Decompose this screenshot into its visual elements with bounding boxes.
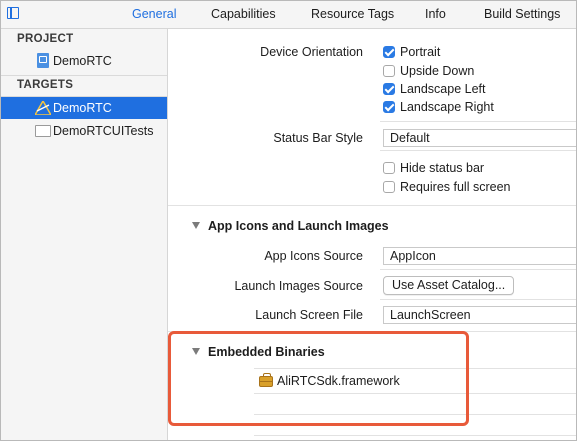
app-icons-section-title: App Icons and Launch Images xyxy=(208,219,389,233)
use-asset-catalog-button[interactable]: Use Asset Catalog... xyxy=(383,276,515,295)
sidebar-item-target-demortc[interactable]: DemoRTC xyxy=(1,97,167,119)
editor-tab-bar: General Capabilities Resource Tags Info … xyxy=(1,1,576,29)
portrait-checkbox[interactable] xyxy=(383,46,395,58)
sidebar-item-label: DemoRTCUITests xyxy=(53,124,154,138)
divider xyxy=(254,414,576,415)
landscape-right-label: Landscape Right xyxy=(400,100,494,114)
section-divider xyxy=(168,331,576,332)
project-section-header: PROJECT xyxy=(17,33,74,45)
navigator-toggle-icon[interactable] xyxy=(7,7,19,19)
requires-full-screen-label: Requires full screen xyxy=(400,180,511,194)
general-settings-pane: Device Orientation Portrait Upside Down … xyxy=(168,29,576,440)
status-bar-style-select[interactable]: Default xyxy=(383,129,576,147)
divider xyxy=(380,269,576,270)
tab-resource-tags[interactable]: Resource Tags xyxy=(311,7,394,21)
sidebar-item-label: DemoRTC xyxy=(53,101,112,115)
project-file-icon xyxy=(37,53,49,68)
divider xyxy=(254,393,576,394)
tab-capabilities[interactable]: Capabilities xyxy=(211,7,276,21)
framework-icon xyxy=(259,373,273,387)
tab-general[interactable]: General xyxy=(132,7,176,21)
hide-status-bar-label: Hide status bar xyxy=(400,161,485,175)
targets-section-header: TARGETS xyxy=(17,79,74,91)
app-icons-source-label: App Icons Source xyxy=(264,249,363,263)
divider xyxy=(254,435,576,436)
portrait-label: Portrait xyxy=(400,45,441,59)
test-target-icon xyxy=(35,125,51,137)
landscape-right-checkbox[interactable] xyxy=(383,101,395,113)
launch-images-source-label: Launch Images Source xyxy=(234,279,363,293)
upside-down-checkbox[interactable] xyxy=(383,65,395,77)
divider xyxy=(380,121,576,122)
launch-screen-file-select[interactable]: LaunchScreen xyxy=(383,306,576,324)
app-icons-source-select[interactable]: AppIcon xyxy=(383,247,576,265)
project-targets-sidebar: PROJECT DemoRTC TARGETS DemoRTC DemoRTCU… xyxy=(1,29,168,440)
disclosure-triangle-icon[interactable] xyxy=(192,348,200,355)
tab-build-settings[interactable]: Build Settings xyxy=(484,7,560,21)
tab-info[interactable]: Info xyxy=(425,7,446,21)
upside-down-label: Upside Down xyxy=(400,64,475,78)
embedded-binary-row[interactable]: AliRTCSdk.framework xyxy=(254,369,576,392)
sidebar-item-label: DemoRTC xyxy=(53,54,112,68)
landscape-left-label: Landscape Left xyxy=(400,82,486,96)
device-orientation-label: Device Orientation xyxy=(260,45,363,59)
requires-full-screen-checkbox[interactable] xyxy=(383,181,395,193)
divider xyxy=(380,150,576,151)
disclosure-triangle-icon[interactable] xyxy=(192,222,200,229)
launch-screen-file-label: Launch Screen File xyxy=(255,308,363,322)
hide-status-bar-checkbox[interactable] xyxy=(383,162,395,174)
sidebar-item-project-demortc[interactable]: DemoRTC xyxy=(1,50,167,72)
embedded-binary-name: AliRTCSdk.framework xyxy=(277,374,400,388)
divider xyxy=(1,75,167,76)
app-target-icon xyxy=(35,101,51,115)
divider xyxy=(380,299,576,300)
embedded-binaries-section-title: Embedded Binaries xyxy=(208,345,325,359)
sidebar-item-target-demortcuitests[interactable]: DemoRTCUITests xyxy=(1,120,167,142)
section-divider xyxy=(168,205,576,206)
xcode-project-editor: General Capabilities Resource Tags Info … xyxy=(0,0,577,441)
landscape-left-checkbox[interactable] xyxy=(383,83,395,95)
status-bar-style-label: Status Bar Style xyxy=(273,131,363,145)
